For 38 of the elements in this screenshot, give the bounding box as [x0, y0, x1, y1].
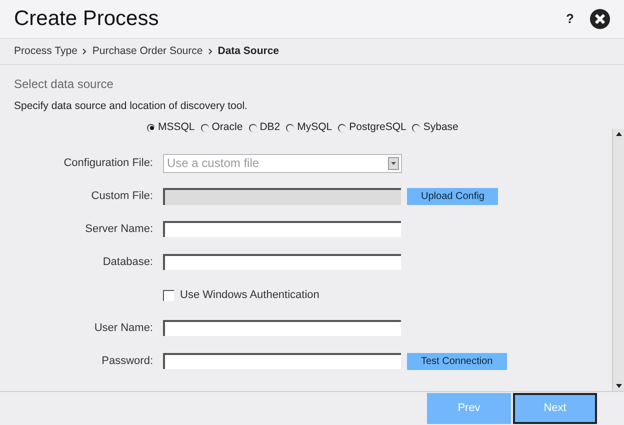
field-label: Password:: [102, 354, 153, 369]
help-button[interactable]: ?: [566, 9, 574, 29]
field-label: Server Name:: [85, 222, 153, 237]
radio-label: Oracle: [212, 120, 243, 135]
text-field[interactable]: [163, 353, 401, 370]
close-icon[interactable]: [590, 9, 610, 29]
description: Specify data source and location of discovery tool.: [14, 99, 248, 114]
action-button[interactable]: Test Connection: [407, 352, 507, 370]
radio-button[interactable]: [412, 124, 420, 132]
text-field[interactable]: [163, 254, 401, 270]
field-label: User Name:: [94, 321, 153, 336]
section-title: Select data source: [14, 76, 114, 93]
text-field[interactable]: [163, 320, 401, 336]
radio-button[interactable]: [248, 124, 257, 132]
text-field[interactable]: [163, 221, 401, 238]
radio-label: PostgreSQL: [349, 120, 406, 135]
breadcrumb-item[interactable]: Purchase Order Source: [92, 44, 203, 60]
chevron-right-icon: [82, 48, 88, 55]
checkbox[interactable]: [163, 290, 174, 301]
radio-button[interactable]: [286, 124, 294, 132]
breadcrumb-item[interactable]: Data Source: [218, 44, 280, 60]
radio-label: DB2: [260, 120, 280, 135]
chevron-right-icon: [208, 48, 213, 55]
field-label: Database:: [102, 255, 153, 270]
radio-button[interactable]: [200, 124, 209, 132]
radio-label: Sybase: [423, 120, 458, 135]
field-label: Custom File:: [91, 189, 153, 204]
custom-file-field[interactable]: [163, 188, 401, 205]
action-button[interactable]: Upload Config: [407, 188, 498, 205]
breadcrumb-item[interactable]: Process Type: [14, 44, 78, 60]
radio-button[interactable]: [147, 124, 155, 132]
checkbox-label: Use Windows Authentication: [180, 288, 320, 303]
scrollbar[interactable]: [612, 128, 624, 391]
field-label: Configuration File:: [64, 156, 153, 171]
radio-button[interactable]: [338, 124, 346, 132]
radio-label: MySQL: [297, 120, 332, 135]
window-title: Create Process: [14, 6, 159, 32]
radio-label: MSSQL: [158, 120, 195, 135]
